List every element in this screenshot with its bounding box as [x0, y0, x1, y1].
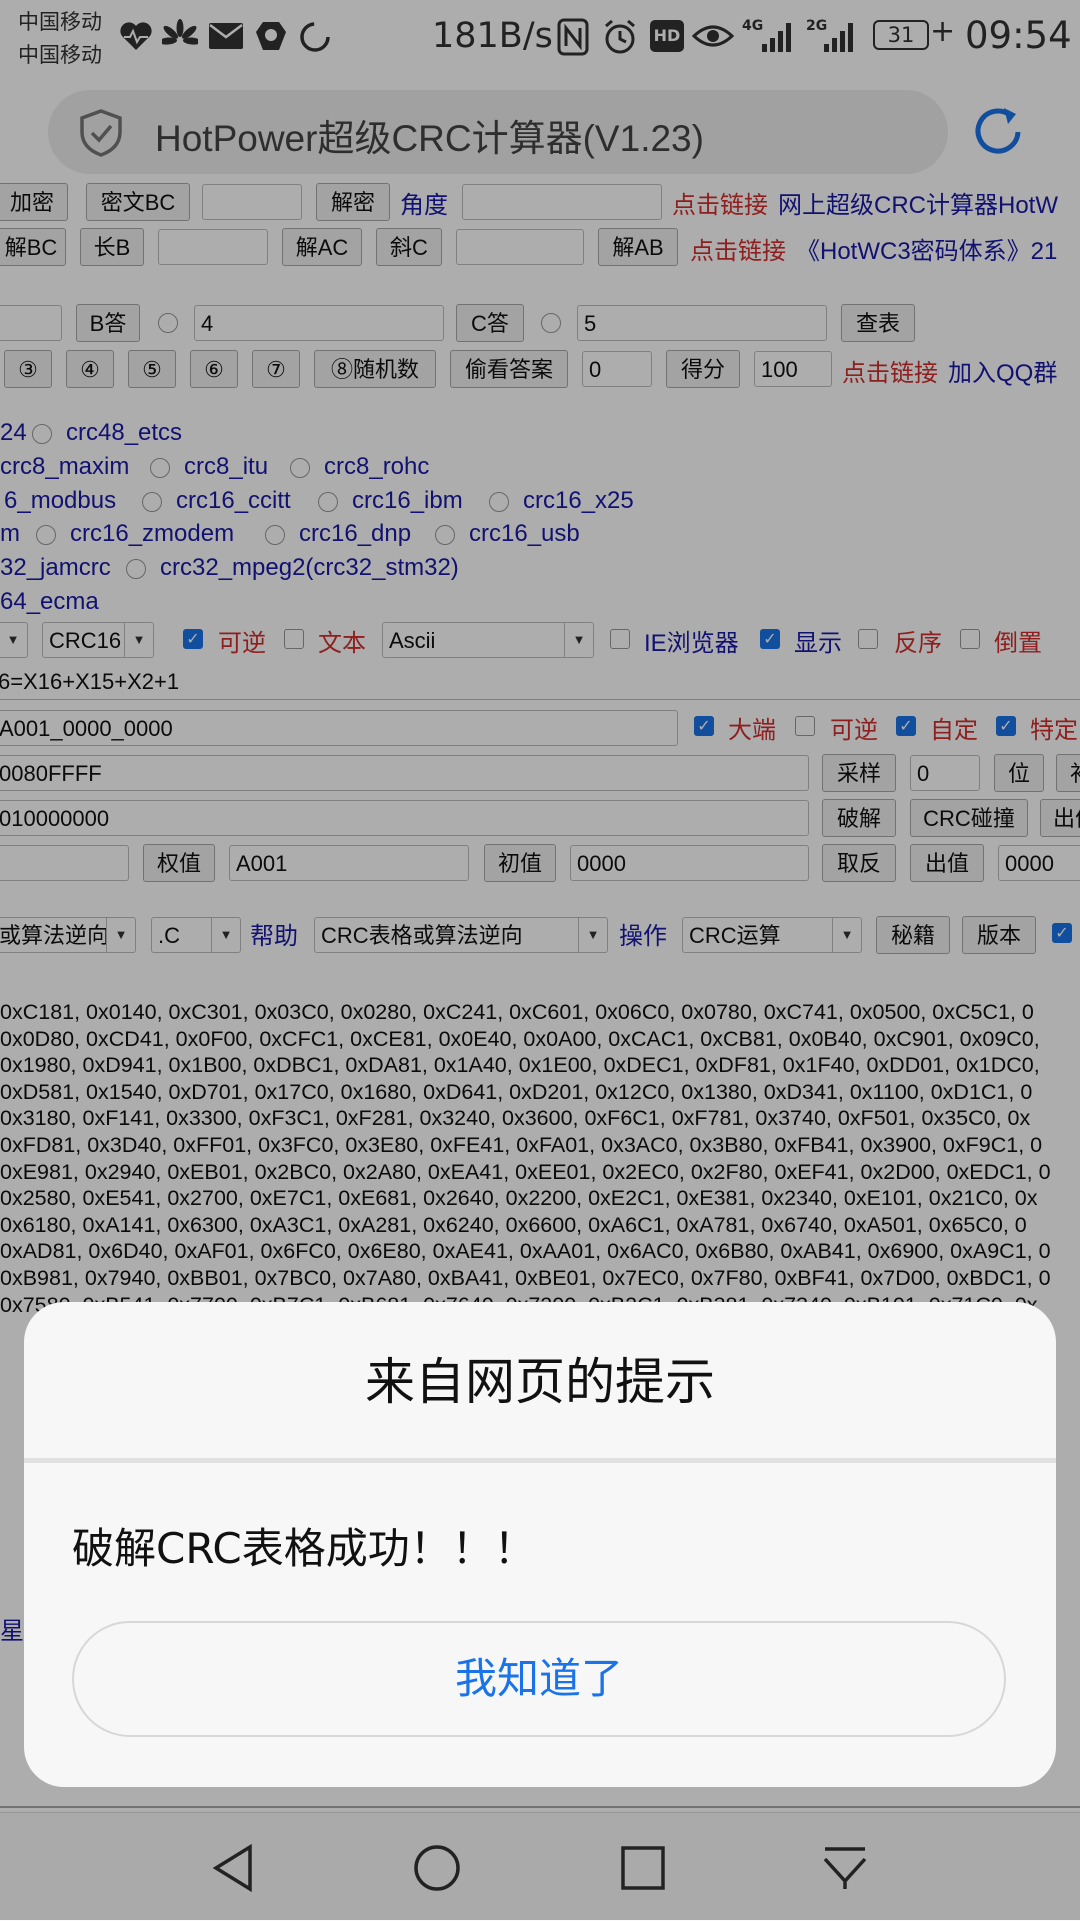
dialog-title: 来自网页的提示: [365, 1353, 715, 1411]
ok-button[interactable]: 我知道了: [72, 1621, 1006, 1737]
dialog-message: 破解CRC表格成功！！！: [72, 1524, 536, 1573]
dialog-divider: [24, 1458, 1056, 1463]
